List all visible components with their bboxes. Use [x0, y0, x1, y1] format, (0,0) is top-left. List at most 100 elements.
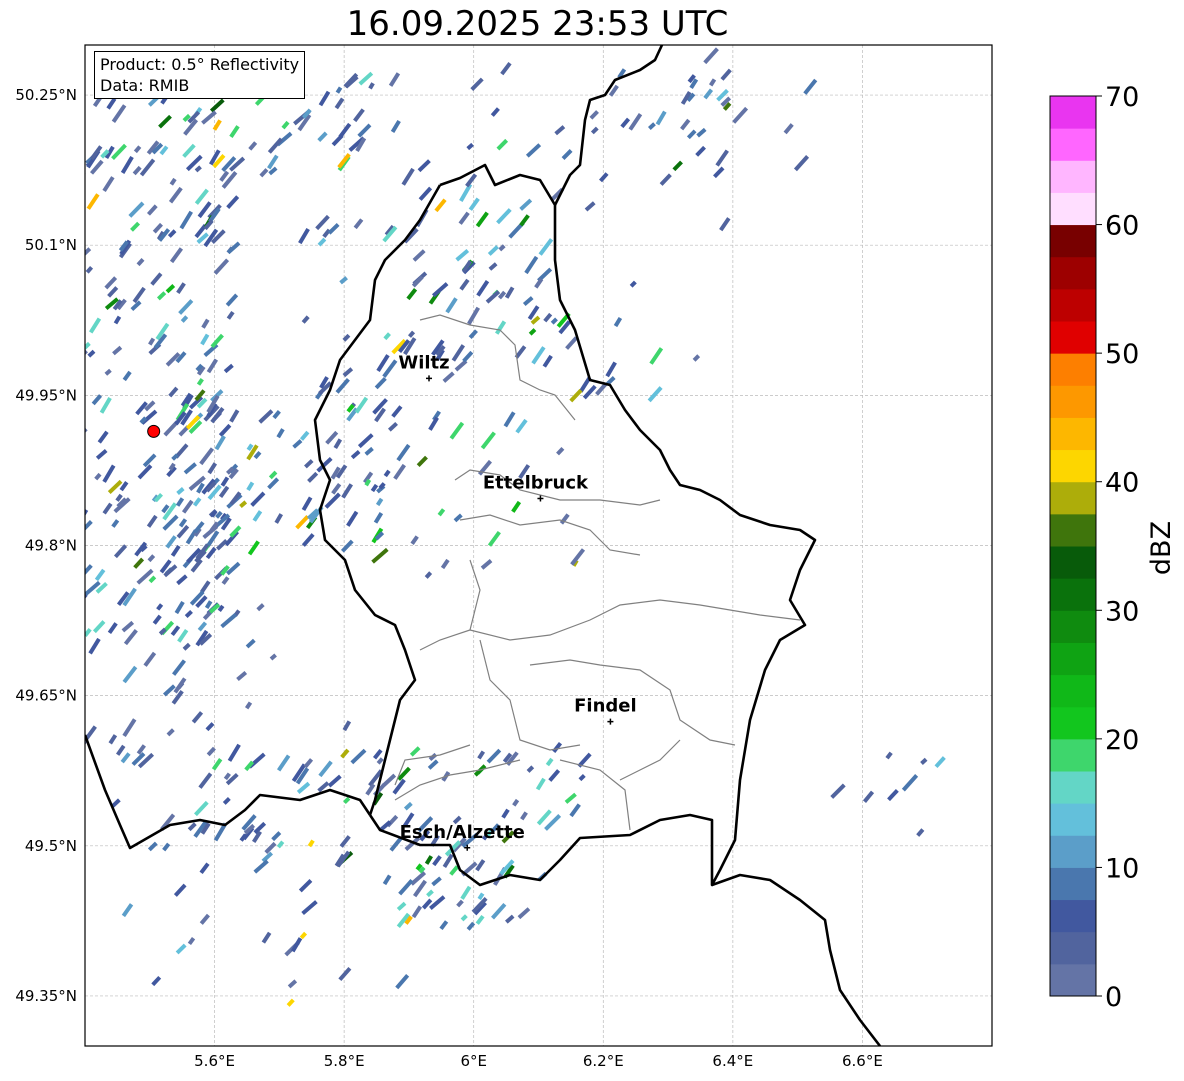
radar-echo [301, 315, 310, 324]
radar-echo [440, 558, 450, 570]
echo-cell [248, 141, 258, 151]
city-marker-icon [537, 495, 544, 502]
radar-echo [649, 347, 664, 365]
echo-cell [199, 447, 215, 466]
echo-cell [258, 409, 274, 424]
colorbar-bin [1050, 835, 1096, 868]
radar-echo [599, 172, 609, 183]
radar-echo [628, 113, 643, 131]
echo-cell [95, 449, 108, 460]
radar-echo [590, 126, 599, 135]
radar-echo [445, 297, 458, 314]
radar-echo [85, 593, 88, 607]
lat-tick-label: 49.65°N [15, 687, 77, 705]
echo-cell [346, 510, 359, 527]
colorbar-bin [1050, 771, 1096, 804]
echo-cell [132, 286, 146, 304]
radar-echo [334, 97, 345, 110]
radar-echo [564, 792, 577, 804]
echo-cell [520, 811, 528, 821]
colorbar-tick-label: 20 [1105, 725, 1139, 756]
radar-echo [192, 497, 202, 507]
radar-echo [301, 533, 315, 547]
echo-cell [176, 487, 185, 495]
radar-echo [175, 943, 187, 955]
radar-echo [162, 842, 171, 852]
echo-cell [107, 622, 118, 635]
echo-cell [719, 217, 731, 232]
echo-cell [171, 690, 184, 705]
radar-echo [94, 472, 102, 481]
echo-cell [412, 249, 426, 262]
echo-cell [327, 223, 340, 235]
colorbar-bin [1050, 546, 1096, 579]
radar-echo [199, 913, 210, 925]
radar-echo [199, 862, 210, 875]
echo-cell [410, 535, 419, 545]
echo-cell [862, 790, 875, 803]
radar-echo [59, 510, 68, 519]
echo-cell [120, 752, 131, 764]
radar-echo [221, 576, 230, 585]
echo-cell [916, 828, 925, 837]
echo-cell [111, 143, 127, 161]
radar-echo [209, 98, 225, 113]
radar-echo [578, 773, 586, 782]
echo-cell [72, 345, 80, 353]
radar-echo [150, 272, 163, 286]
echo-cell [578, 773, 586, 782]
lon-tick-label: 5.6°E [194, 1052, 235, 1070]
radar-echo [338, 122, 352, 139]
radar-echo [418, 186, 433, 201]
radar-echo [146, 514, 158, 528]
echo-cell [196, 378, 204, 386]
radar-echo [121, 903, 134, 918]
echo-cell [221, 576, 230, 585]
echo-cell [373, 512, 384, 524]
echo-cell [301, 315, 310, 324]
echo-cell [106, 97, 117, 110]
echo-cell [512, 798, 520, 807]
echo-cell [252, 510, 263, 522]
radar-echo [342, 333, 351, 342]
echo-cell [72, 253, 81, 263]
radar-map: Wiltz Ettelbruck Findel Esch/Alzette 5.6°E 5… [15, 44, 1177, 1070]
echo-cell [680, 118, 691, 131]
echo-cell [130, 221, 141, 232]
radar-echo [543, 312, 553, 323]
radar-echo [916, 828, 925, 837]
echo-cell [53, 420, 64, 433]
radar-echo [53, 420, 64, 433]
radar-echo [176, 282, 186, 295]
colorbar-tick-label: 0 [1105, 982, 1122, 1013]
echo-cell [920, 757, 928, 765]
radar-echo [373, 512, 384, 524]
echo-cell [247, 540, 260, 556]
echo-cell [561, 149, 573, 160]
radar-echo [132, 286, 146, 304]
echo-cell [535, 777, 546, 791]
radar-echo [247, 540, 260, 556]
radar-echo [99, 396, 112, 414]
echo-cell [276, 428, 285, 439]
echo-cell [519, 214, 530, 227]
radar-echo [148, 575, 157, 584]
radar-echo [168, 386, 179, 398]
echo-cell [61, 586, 78, 602]
echo-cell [599, 172, 609, 183]
radar-echo [434, 198, 447, 213]
radar-echo [205, 722, 215, 732]
echo-cell [267, 477, 280, 490]
radar-echo [51, 158, 67, 174]
echo-cell [335, 86, 343, 94]
lon-tick-label: 6.4°E [712, 1052, 753, 1070]
echo-cell [783, 123, 794, 135]
echo-cell [475, 859, 486, 872]
radar-echo [245, 638, 256, 649]
radar-echo [672, 160, 683, 172]
radar-echo [392, 778, 406, 795]
radar-echo [57, 356, 67, 368]
radar-echo [439, 920, 449, 931]
echo-cell [401, 167, 415, 186]
radar-echo [318, 90, 331, 107]
